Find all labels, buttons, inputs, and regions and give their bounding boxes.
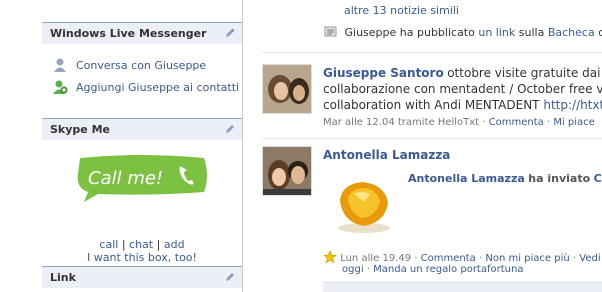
today-link[interactable]: oggi xyxy=(342,264,364,275)
comment-link[interactable]: Commenta xyxy=(489,117,544,128)
skype-call-me-button[interactable]: Call me! xyxy=(74,154,210,202)
post1-text: ottobre visite gratuite dai de xyxy=(447,66,602,80)
send-gift-link[interactable]: Manda un regalo portafortuna xyxy=(373,264,523,275)
dot: · xyxy=(572,253,577,264)
unlike-link[interactable]: Non mi piace più xyxy=(485,253,569,264)
post2-gift-line: Antonella Lamazza ha inviato Citrin xyxy=(408,172,602,185)
post1-timestamp: Mar alle 12.04 tramite HelloTxt xyxy=(323,117,480,128)
separator: | xyxy=(121,238,126,251)
more-news-link[interactable]: altre 13 notizie simili xyxy=(344,4,459,17)
chat-with-giuseppe-row[interactable]: Conversa con Giuseppe xyxy=(42,54,242,76)
dot: · xyxy=(478,253,483,264)
story-text: sulla xyxy=(518,26,545,39)
skype-call-link[interactable]: call xyxy=(99,238,118,251)
post2-meta: Lun alle 19.49 · Commenta · Non mi piace… xyxy=(323,250,602,264)
story-text: Giuseppe ha pubblicato xyxy=(344,26,475,39)
comment-link[interactable]: Commenta xyxy=(421,253,476,264)
post2-meta-2: oggi · Manda un regalo portafortuna xyxy=(342,264,523,275)
story-link[interactable]: un link xyxy=(478,26,515,39)
dot: · xyxy=(546,117,551,128)
pencil-icon[interactable] xyxy=(224,123,236,135)
post1-url[interactable]: http://htxt.it xyxy=(543,98,602,112)
add-contact-row[interactable]: Aggiungi Giuseppe ai contatti xyxy=(42,76,242,98)
comment-box[interactable] xyxy=(323,282,602,292)
divider xyxy=(262,52,602,53)
link-box-header: Link xyxy=(42,266,242,288)
skype-box-header: Skype Me xyxy=(42,118,242,140)
separator: | xyxy=(156,238,161,251)
messenger-title: Windows Live Messenger xyxy=(50,27,207,40)
avatar[interactable] xyxy=(262,64,312,114)
gift-item-link[interactable]: Citrin xyxy=(594,172,602,185)
post1-author[interactable]: Giuseppe Santoro xyxy=(323,66,444,80)
skype-title: Skype Me xyxy=(50,123,110,136)
messenger-box-header: Windows Live Messenger xyxy=(42,22,242,44)
link-box-title: Link xyxy=(50,271,76,284)
published-link-story: Giuseppe ha pubblicato un link sulla Bac… xyxy=(324,26,602,39)
add-contact-link[interactable]: Aggiungi Giuseppe ai contatti xyxy=(76,81,239,94)
skype-area: Call me! call | chat | add I want this b… xyxy=(42,140,242,264)
post2-timestamp: Lun alle 19.49 xyxy=(340,253,412,264)
dot: · xyxy=(414,253,418,264)
post2-author[interactable]: Antonella Lamazza xyxy=(323,148,450,162)
star-icon xyxy=(323,250,337,264)
skype-chat-link[interactable]: chat xyxy=(129,238,153,251)
gift-action: ha inviato xyxy=(528,172,591,185)
post1-meta: Mar alle 12.04 tramite HelloTxt · Commen… xyxy=(323,117,595,128)
citrine-gem-image[interactable] xyxy=(328,176,398,236)
pencil-icon[interactable] xyxy=(224,271,236,283)
avatar[interactable] xyxy=(262,146,312,196)
skype-want-box-link[interactable]: I want this box, too! xyxy=(42,251,242,264)
left-sidebar: Windows Live Messenger Conversa con Gius… xyxy=(42,0,243,292)
post1-line1: Giuseppe Santoro ottobre visite gratuite… xyxy=(323,66,602,80)
gift-sender[interactable]: Antonella Lamazza xyxy=(408,172,525,185)
story-text: di xyxy=(598,26,602,39)
dot: · xyxy=(366,264,370,275)
post1-text: collaboration with Andi MENTADENT xyxy=(323,98,540,112)
call-me-text: Call me! xyxy=(88,168,163,189)
view-link[interactable]: Vedi bo xyxy=(579,253,602,264)
link-icon xyxy=(324,26,337,37)
add-contact-icon xyxy=(53,80,68,94)
news-feed: altre 13 notizie simili Giuseppe ha pubb… xyxy=(262,0,602,292)
wall-link[interactable]: Bacheca xyxy=(548,26,595,39)
chat-with-giuseppe-link[interactable]: Conversa con Giuseppe xyxy=(76,59,206,72)
skype-links: call | chat | add I want this box, too! xyxy=(42,238,242,264)
skype-add-link[interactable]: add xyxy=(164,238,185,251)
like-link[interactable]: Mi piace xyxy=(553,117,595,128)
divider xyxy=(262,138,602,139)
dot: · xyxy=(482,117,486,128)
post1-text: collaborazione con mentadent / October f… xyxy=(323,82,602,96)
post1-line3: collaboration with Andi MENTADENT http:/… xyxy=(323,98,602,112)
user-icon xyxy=(54,58,66,72)
pencil-icon[interactable] xyxy=(224,27,236,39)
